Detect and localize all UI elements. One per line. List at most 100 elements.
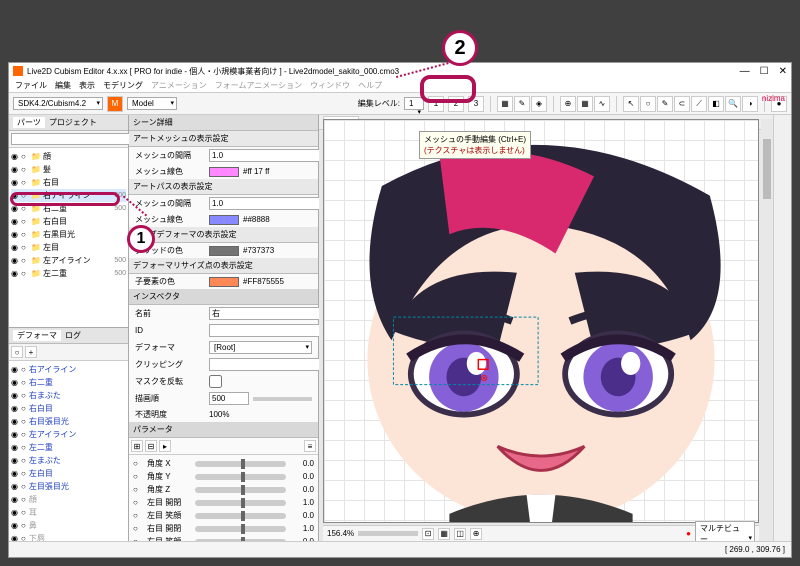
- tab-project[interactable]: プロジェクト: [49, 117, 97, 128]
- prop-input[interactable]: [209, 149, 325, 162]
- arrow-tool-icon[interactable]: ↖: [623, 96, 639, 112]
- tab-deformer[interactable]: デフォーマ: [13, 330, 61, 341]
- insp-id-field[interactable]: [209, 324, 325, 337]
- manual-mesh-icon[interactable]: ✎: [514, 96, 530, 112]
- param-slider[interactable]: [195, 539, 286, 542]
- warp-deformer-icon[interactable]: ▦: [577, 96, 593, 112]
- multiview-dropdown[interactable]: マルチビュー: [695, 521, 755, 542]
- rotation-deformer-icon[interactable]: ⊕: [560, 96, 576, 112]
- menu-edit[interactable]: 編集: [55, 80, 71, 91]
- insp-draw-slider[interactable]: [253, 397, 312, 401]
- close-button[interactable]: ✕: [779, 66, 787, 77]
- form-tool-icon[interactable]: ◧: [708, 96, 724, 112]
- onion-tool-icon[interactable]: ◑: [742, 96, 758, 112]
- color-swatch[interactable]: [209, 246, 239, 256]
- parts-row[interactable]: ◉○📁顔: [11, 150, 126, 163]
- insp-deformer-dropdown[interactable]: [Root]: [209, 341, 312, 354]
- deformer-row[interactable]: ◉○左アイライン: [11, 428, 126, 441]
- zoom-slider[interactable]: [358, 531, 418, 536]
- menu-animation[interactable]: アニメーション: [151, 80, 207, 91]
- deformer-row[interactable]: ◉○顔: [11, 493, 126, 506]
- view-grid-icon[interactable]: ▦: [438, 528, 450, 540]
- parts-row[interactable]: ◉○ 📁右黒目光: [11, 228, 126, 241]
- lasso-tool-icon[interactable]: ○: [640, 96, 656, 112]
- insp-clip-field[interactable]: [209, 358, 325, 371]
- tab-parts[interactable]: パーツ: [13, 117, 45, 128]
- deformer-row[interactable]: ◉○右二重: [11, 376, 126, 389]
- menu-form-animation[interactable]: フォームアニメーション: [215, 80, 302, 91]
- auto-mesh-icon[interactable]: ▦: [497, 96, 513, 112]
- glue-tool-icon[interactable]: ⊂: [674, 96, 690, 112]
- param-row[interactable]: ○右目 開閉1.0: [131, 522, 316, 535]
- view-bg-icon[interactable]: ◫: [454, 528, 466, 540]
- view-fit-icon[interactable]: ⊡: [422, 528, 434, 540]
- deformer-row[interactable]: ◉○耳: [11, 506, 126, 519]
- menu-window[interactable]: ウィンドウ: [310, 80, 350, 91]
- param-btn3-icon[interactable]: ▸: [159, 440, 171, 452]
- param-slider[interactable]: [195, 500, 286, 506]
- param-slider[interactable]: [195, 487, 286, 493]
- brush-tool-icon[interactable]: ✎: [657, 96, 673, 112]
- param-row[interactable]: ○左目 笑顔0.0: [131, 509, 316, 522]
- color-swatch[interactable]: [209, 167, 239, 177]
- deform-filter-icon[interactable]: ○: [11, 346, 23, 358]
- property-row: 子要素の色#FF875555: [129, 274, 318, 289]
- param-btn2-icon[interactable]: ⊟: [145, 440, 157, 452]
- viewport[interactable]: ⊗: [323, 119, 759, 523]
- parts-tree[interactable]: ◉○📁顔◉○📁髪◉○📁右目◉○ 📁右アイライン500◉○ 📁右二重500◉○ 📁…: [9, 148, 128, 327]
- tab-log[interactable]: ログ: [65, 330, 81, 341]
- deformer-row[interactable]: ◉○鼻: [11, 519, 126, 532]
- param-row[interactable]: ○角度 Y0.0: [131, 470, 316, 483]
- menu-help[interactable]: ヘルプ: [358, 80, 382, 91]
- path-tool-icon[interactable]: ⟋: [691, 96, 707, 112]
- param-menu-icon[interactable]: ≡: [304, 440, 316, 452]
- menu-file[interactable]: ファイル: [15, 80, 47, 91]
- color-swatch[interactable]: [209, 215, 239, 225]
- deformer-row[interactable]: ◉○右白目: [11, 402, 126, 415]
- menu-modeling[interactable]: モデリング: [103, 80, 143, 91]
- deformer-row[interactable]: ◉○下唇: [11, 532, 126, 541]
- parts-row[interactable]: ◉○📁左目: [11, 241, 126, 254]
- deform-add-icon[interactable]: +: [25, 346, 37, 358]
- parts-row[interactable]: ◉○ 📁左アイライン500: [11, 254, 126, 267]
- canvas-vscrollbar[interactable]: [761, 119, 773, 523]
- color-swatch[interactable]: [209, 277, 239, 287]
- param-slider[interactable]: [195, 474, 286, 480]
- insp-draw-field[interactable]: [209, 392, 249, 405]
- model-mode-icon[interactable]: M: [107, 96, 123, 112]
- minimize-button[interactable]: —: [740, 66, 750, 77]
- param-row[interactable]: ○角度 X0.0: [131, 457, 316, 470]
- deformer-list[interactable]: ◉○右アイライン◉○右二重◉○右まぶた◉○右白目◉○右目張目光◉○左アイライン◉…: [9, 361, 128, 541]
- nizima-badge[interactable]: nizima: [762, 94, 785, 103]
- deformer-row[interactable]: ◉○左まぶた: [11, 454, 126, 467]
- parts-row[interactable]: ◉○ 📁右白目: [11, 215, 126, 228]
- prop-input[interactable]: [209, 197, 325, 210]
- insp-name-field[interactable]: [209, 307, 325, 320]
- parts-row[interactable]: ◉○📁髪: [11, 163, 126, 176]
- sdk-dropdown[interactable]: SDK4.2/Cubism4.2: [13, 97, 103, 110]
- param-slider[interactable]: [195, 526, 286, 532]
- insp-mask-checkbox[interactable]: [209, 375, 222, 388]
- deformer-row[interactable]: ◉○右まぶた: [11, 389, 126, 402]
- deformer-row[interactable]: ◉○右目張目光: [11, 415, 126, 428]
- magnify-tool-icon[interactable]: 🔍: [725, 96, 741, 112]
- param-btn1-icon[interactable]: ⊞: [131, 440, 143, 452]
- mesh-edit-icon[interactable]: ◈: [531, 96, 547, 112]
- param-slider[interactable]: [195, 461, 286, 467]
- view-snap-icon[interactable]: ⊕: [470, 528, 482, 540]
- deformer-row[interactable]: ◉○右アイライン: [11, 363, 126, 376]
- maximize-button[interactable]: ☐: [760, 66, 769, 77]
- deformer-row[interactable]: ◉○左白目: [11, 467, 126, 480]
- deformer-row[interactable]: ◉○左目張目光: [11, 480, 126, 493]
- deformer-row[interactable]: ◉○左二重: [11, 441, 126, 454]
- param-slider[interactable]: [195, 513, 286, 519]
- parts-row[interactable]: ◉○📁右目: [11, 176, 126, 189]
- param-row[interactable]: ○左目 開閉1.0: [131, 496, 316, 509]
- curve-deformer-icon[interactable]: ∿: [594, 96, 610, 112]
- param-row[interactable]: ○角度 Z0.0: [131, 483, 316, 496]
- record-dot-icon[interactable]: ●: [686, 529, 691, 538]
- menu-view[interactable]: 表示: [79, 80, 95, 91]
- parts-row[interactable]: ◉○ 📁左二重500: [11, 267, 126, 280]
- menubar[interactable]: ファイル 編集 表示 モデリング アニメーション フォームアニメーション ウィン…: [9, 79, 791, 93]
- model-dropdown[interactable]: Model: [127, 97, 177, 110]
